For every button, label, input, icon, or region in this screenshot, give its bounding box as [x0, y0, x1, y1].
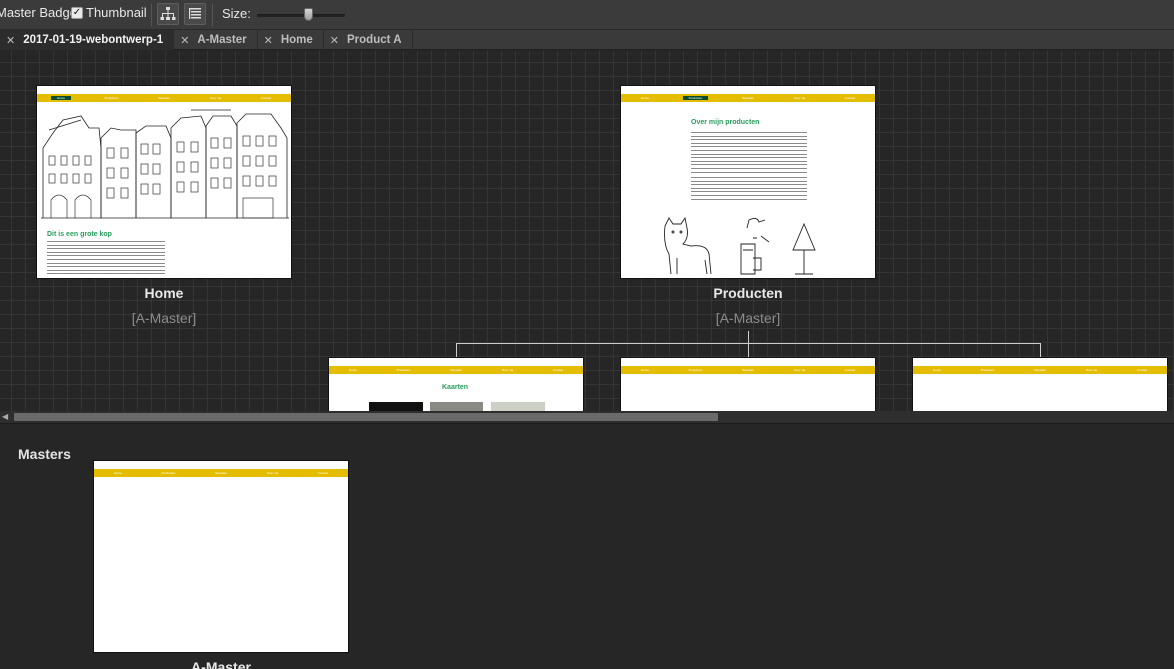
nav-item: Sieraden — [742, 368, 755, 372]
tree-connector — [748, 343, 749, 357]
buildings-sketch-image — [41, 109, 289, 219]
outline-list-icon — [189, 8, 201, 19]
tree-connector — [748, 331, 749, 343]
tree-view-button[interactable] — [157, 3, 179, 25]
page-master-home: [A-Master] — [131, 310, 197, 326]
nav-item: Producten — [161, 471, 176, 475]
thumbnail-nav-bar: Home Producten Sieraden Over mij Contact — [913, 366, 1167, 374]
tab-home[interactable]: ✕ Home — [258, 30, 324, 50]
card-photo — [369, 402, 423, 411]
nav-item: Home — [640, 368, 649, 372]
size-slider-track[interactable] — [257, 14, 345, 17]
nav-item: Contact — [260, 96, 272, 100]
nav-item: Contact — [844, 96, 856, 100]
toolbar-separator — [212, 4, 213, 26]
thumbnail-nav-bar: Home Producten Sieraden Over mij Contact — [621, 94, 875, 102]
nav-item: Over mij — [501, 368, 514, 372]
tab-label: Product A — [347, 34, 402, 46]
sitemap-canvas[interactable]: Home Producten Sieraden Over mij Contact — [0, 51, 1174, 411]
nav-item: Producten — [104, 96, 119, 100]
page-heading: Over mijn producten — [691, 119, 760, 126]
page-heading: Kaarten — [442, 384, 469, 391]
masters-panel: Masters Home Producten Sieraden Over mij… — [0, 423, 1174, 669]
close-icon[interactable]: ✕ — [330, 34, 339, 47]
nav-item: Producten — [688, 368, 703, 372]
size-slider[interactable] — [257, 8, 347, 22]
nav-item: Sieraden — [450, 368, 463, 372]
nav-item: Producten — [396, 368, 411, 372]
close-icon[interactable]: ✕ — [264, 34, 273, 47]
card-photo — [430, 402, 483, 411]
body-text-placeholder — [47, 241, 165, 277]
master-name-a-master[interactable]: A-Master — [93, 659, 349, 669]
tab-label: A-Master — [197, 34, 247, 46]
tab-webontwerp[interactable]: ✕ 2017-01-19-webontwerp-1 — [0, 30, 175, 50]
tree-connector — [1040, 343, 1041, 357]
nav-item: Home — [932, 368, 941, 372]
tab-a-master[interactable]: ✕ A-Master — [174, 30, 258, 50]
master-badge-label: Master Badge — [0, 5, 77, 20]
thumbnail-checkbox[interactable]: ✓ — [71, 6, 83, 19]
thumbnail-nav-bar: Home Producten Sieraden Over mij Contact — [37, 94, 291, 102]
sitemap-window: Master Badge ✓ Thumbnail Size: ✕ 2017-01… — [0, 0, 1174, 669]
nav-item: Sieraden — [215, 471, 228, 475]
nav-item: Contact — [1136, 368, 1148, 372]
nav-item: Over mij — [266, 471, 279, 475]
document-tabs: ✕ 2017-01-19-webontwerp-1 ✕ A-Master ✕ H… — [0, 30, 1174, 50]
nav-item: Home — [640, 96, 649, 100]
nav-item: Sieraden — [742, 96, 755, 100]
nav-item: Over mij — [1085, 368, 1098, 372]
body-text-placeholder — [691, 177, 807, 202]
thumbnail-toggle[interactable]: ✓ Thumbnail — [71, 5, 147, 20]
thumbnail-nav-bar: Home Producten Sieraden Over mij Contact — [621, 366, 875, 374]
page-thumbnail-home[interactable]: Home Producten Sieraden Over mij Contact — [36, 85, 292, 279]
page-thumbnail-kaarten[interactable]: Home Producten Sieraden Over mij Contact… — [328, 357, 584, 411]
horizontal-scrollbar[interactable]: ◀ — [0, 411, 1174, 423]
thumbnail-nav-bar: Home Producten Sieraden Over mij Contact — [94, 469, 348, 477]
page-master-producten: [A-Master] — [715, 310, 781, 326]
product-sketches-image — [664, 216, 816, 275]
body-text-placeholder — [691, 132, 807, 175]
tab-product-a[interactable]: ✕ Product A — [324, 30, 413, 50]
size-slider-thumb[interactable] — [304, 8, 313, 21]
thumbnail-nav-bar: Home Producten Sieraden Over mij Contact — [329, 366, 583, 374]
hierarchy-icon — [160, 7, 176, 20]
masters-title: Masters — [18, 446, 71, 462]
thumbnail-label: Thumbnail — [86, 5, 147, 20]
tab-label: Home — [280, 34, 313, 46]
page-thumbnail-producten[interactable]: Home Producten Sieraden Over mij Contact… — [620, 85, 876, 279]
page-name-home[interactable]: Home — [36, 285, 292, 301]
nav-item: Over mij — [793, 368, 806, 372]
close-icon[interactable]: ✕ — [180, 34, 189, 47]
list-view-button[interactable] — [184, 3, 206, 25]
nav-item: Over mij — [209, 96, 222, 100]
nav-item: Sieraden — [1034, 368, 1047, 372]
nav-item: Home — [348, 368, 357, 372]
tree-connector — [456, 343, 457, 357]
nav-item: Producten — [980, 368, 995, 372]
card-photo — [491, 402, 545, 411]
nav-item: Contact — [844, 368, 856, 372]
nav-item: Over mij — [793, 96, 806, 100]
master-thumbnail-a-master[interactable]: Home Producten Sieraden Over mij Contact — [93, 460, 349, 653]
nav-item: Producten — [682, 96, 709, 100]
scroll-left-arrow-icon[interactable]: ◀ — [2, 413, 10, 421]
page-heading: Dit is een grote kop — [47, 231, 112, 238]
page-thumbnail-child[interactable]: Home Producten Sieraden Over mij Contact — [912, 357, 1168, 411]
scrollbar-thumb[interactable] — [14, 413, 718, 421]
toolbar: Master Badge ✓ Thumbnail Size: — [0, 0, 1174, 30]
nav-item: Home — [50, 96, 71, 100]
toolbar-separator — [151, 4, 152, 26]
close-icon[interactable]: ✕ — [6, 34, 15, 47]
nav-item: Contact — [317, 471, 329, 475]
page-thumbnail-child[interactable]: Home Producten Sieraden Over mij Contact — [620, 357, 876, 411]
tab-label: 2017-01-19-webontwerp-1 — [23, 34, 164, 46]
nav-item: Home — [113, 471, 122, 475]
nav-item: Sieraden — [158, 96, 171, 100]
size-label: Size: — [222, 6, 251, 21]
nav-item: Contact — [552, 368, 564, 372]
page-name-producten[interactable]: Producten — [620, 285, 876, 301]
